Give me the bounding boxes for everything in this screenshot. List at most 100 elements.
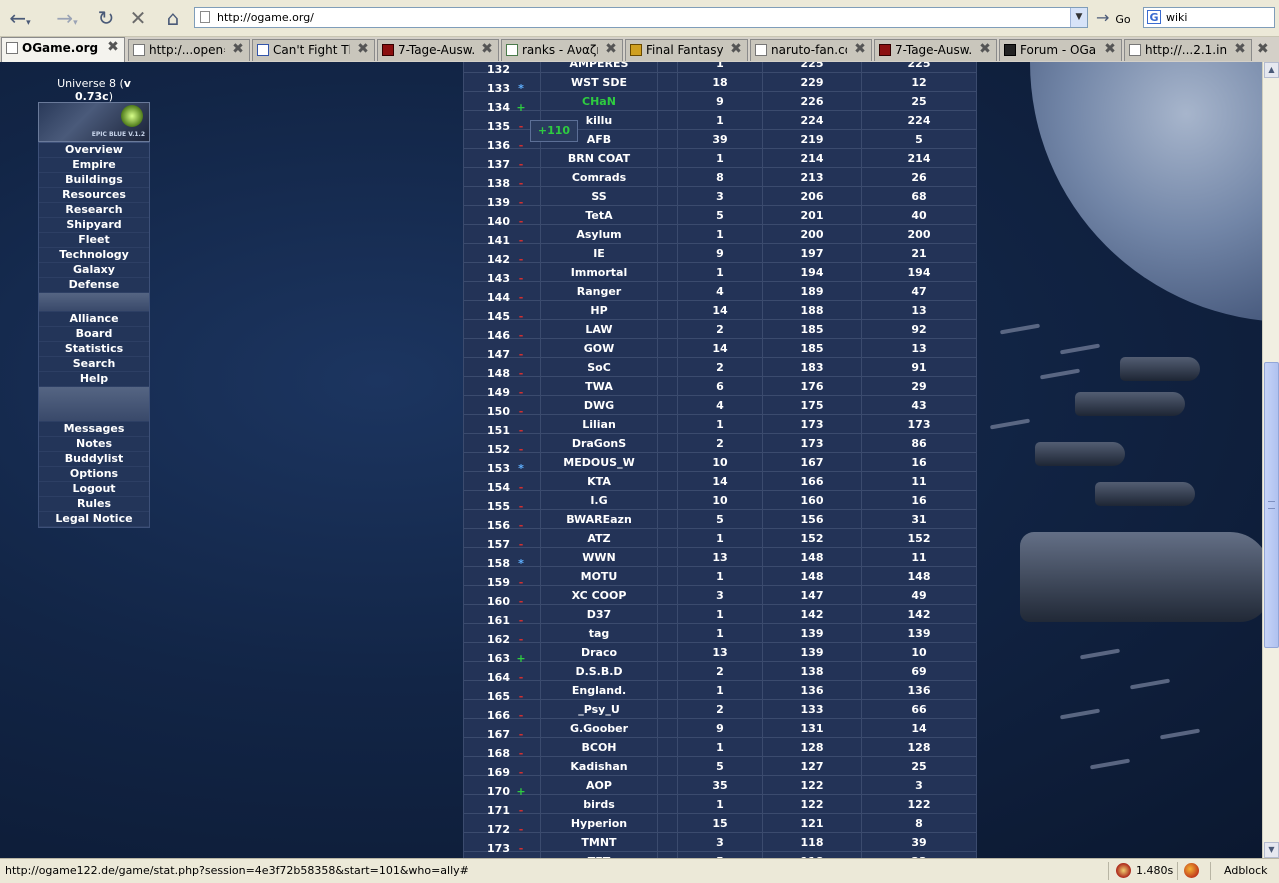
menu-item-alliance[interactable]: Alliance <box>39 312 149 327</box>
tab-3[interactable]: 7-Tage-Ausw... ✖ <box>377 39 499 61</box>
alliance-name[interactable]: WWN <box>541 548 657 566</box>
menu-item-board[interactable]: Board <box>39 327 149 342</box>
tab-4[interactable]: ranks - Αναζή... ✖ <box>501 39 623 61</box>
alliance-name[interactable]: TWA <box>541 377 657 395</box>
tab-close-icon[interactable]: ✖ <box>604 42 618 57</box>
menu-item-buddylist[interactable]: Buddylist <box>39 452 149 467</box>
menu-item-defense[interactable]: Defense <box>39 278 149 293</box>
reload-button[interactable]: ↻ <box>94 6 118 30</box>
menu-item-logout[interactable]: Logout <box>39 482 149 497</box>
alliance-name[interactable]: MEDOUS_W <box>541 453 657 471</box>
alliance-name[interactable]: LAW <box>541 320 657 338</box>
menu-item-research[interactable]: Research <box>39 203 149 218</box>
alliance-name[interactable]: TetA <box>541 206 657 224</box>
tab-close-icon[interactable]: ✖ <box>729 42 743 57</box>
tab-close-icon[interactable]: ✖ <box>853 42 867 57</box>
alliance-name[interactable]: Ranger <box>541 282 657 300</box>
alliance-name[interactable]: AOP <box>541 776 657 794</box>
tab-5[interactable]: Final Fantasy ... ✖ <box>625 39 748 61</box>
members-cell: 14 <box>678 301 762 319</box>
url-dropdown-icon[interactable]: ▼ <box>1070 8 1087 27</box>
alliance-name[interactable]: ATZ <box>541 529 657 547</box>
alliance-name[interactable]: SoC <box>541 358 657 376</box>
firefox-icon[interactable] <box>1184 863 1199 878</box>
tab-close-icon[interactable]: ✖ <box>106 40 120 55</box>
close-all-tabs-icon[interactable]: ✖ <box>1257 41 1269 57</box>
alliance-name[interactable]: England. <box>541 681 657 699</box>
go-button[interactable]: → Go <box>1096 8 1131 27</box>
alliance-name[interactable]: D37 <box>541 605 657 623</box>
alliance-name[interactable]: Hyperion <box>541 814 657 832</box>
menu-item-buildings[interactable]: Buildings <box>39 173 149 188</box>
tab-close-icon[interactable]: ✖ <box>231 42 245 57</box>
alliance-name[interactable]: IE <box>541 244 657 262</box>
alliance-name[interactable]: D.S.B.D <box>541 662 657 680</box>
menu-item-search[interactable]: Search <box>39 357 149 372</box>
vertical-scrollbar[interactable]: ▲ ▼ <box>1262 62 1279 858</box>
tab-close-icon[interactable]: ✖ <box>978 42 992 57</box>
alliance-name[interactable]: WST SDE <box>541 73 657 91</box>
tab-close-icon[interactable]: ✖ <box>1233 42 1247 57</box>
menu-item-legal-notice[interactable]: Legal Notice <box>39 512 149 527</box>
alliance-name[interactable]: G.Goober <box>541 719 657 737</box>
stop-button[interactable]: ✕ <box>126 6 150 30</box>
address-bar[interactable]: http://ogame.org/ ▼ <box>194 7 1088 28</box>
forward-button[interactable]: →▾ <box>46 6 88 30</box>
tab-1[interactable]: http:/...open=0 ✖ <box>128 39 250 61</box>
alliance-name[interactable]: CHaN <box>541 92 657 110</box>
scroll-down-icon[interactable]: ▼ <box>1264 842 1279 858</box>
alliance-name[interactable]: MOTU <box>541 567 657 585</box>
tab-7[interactable]: 7-Tage-Ausw... ✖ <box>874 39 997 61</box>
menu-item-empire[interactable]: Empire <box>39 158 149 173</box>
tab-6[interactable]: naruto-fan.com ✖ <box>750 39 872 61</box>
alliance-name[interactable]: TMNT <box>541 833 657 851</box>
alliance-name[interactable]: BCOH <box>541 738 657 756</box>
tab-2[interactable]: Can't Fight Th... ✖ <box>252 39 375 61</box>
alliance-name[interactable]: Immortal <box>541 263 657 281</box>
tab-close-icon[interactable]: ✖ <box>480 42 494 57</box>
alliance-name[interactable]: BRN COAT <box>541 149 657 167</box>
tab-close-icon[interactable]: ✖ <box>356 42 370 57</box>
menu-item-fleet[interactable]: Fleet <box>39 233 149 248</box>
alliance-name[interactable]: Asylum <box>541 225 657 243</box>
scroll-up-icon[interactable]: ▲ <box>1264 62 1279 78</box>
alliance-name[interactable]: Kadishan <box>541 757 657 775</box>
tab-8[interactable]: Forum - OGa... ✖ <box>999 39 1122 61</box>
alliance-name[interactable]: KTA <box>541 472 657 490</box>
alliance-name[interactable]: I.G <box>541 491 657 509</box>
alliance-name[interactable]: birds <box>541 795 657 813</box>
alliance-name[interactable]: AMPERES <box>541 62 657 72</box>
menu-item-rules[interactable]: Rules <box>39 497 149 512</box>
menu-item-technology[interactable]: Technology <box>39 248 149 263</box>
alliance-name[interactable]: DWG <box>541 396 657 414</box>
menu-item-galaxy[interactable]: Galaxy <box>39 263 149 278</box>
alliance-name[interactable]: tag <box>541 624 657 642</box>
menu-item-statistics[interactable]: Statistics <box>39 342 149 357</box>
home-button[interactable]: ⌂ <box>160 6 186 30</box>
tamper-icon[interactable] <box>1116 863 1131 878</box>
search-input[interactable]: G wiki <box>1143 7 1275 28</box>
menu-item-resources[interactable]: Resources <box>39 188 149 203</box>
alliance-name[interactable]: SS <box>541 187 657 205</box>
alliance-name[interactable]: BWAREazn <box>541 510 657 528</box>
menu-item-notes[interactable]: Notes <box>39 437 149 452</box>
menu-item-help[interactable]: Help <box>39 372 149 387</box>
adblock-button[interactable]: Adblock <box>1224 864 1268 877</box>
back-button[interactable]: ←▾ <box>3 6 37 30</box>
alliance-name[interactable]: _Psy_U <box>541 700 657 718</box>
menu-item-shipyard[interactable]: Shipyard <box>39 218 149 233</box>
menu-item-options[interactable]: Options <box>39 467 149 482</box>
alliance-name[interactable]: Comrads <box>541 168 657 186</box>
alliance-name[interactable]: Lilian <box>541 415 657 433</box>
alliance-name[interactable]: HP <box>541 301 657 319</box>
scroll-thumb[interactable] <box>1264 362 1279 648</box>
tab-close-icon[interactable]: ✖ <box>1103 42 1117 57</box>
tab-9[interactable]: http://...2.1.ini ✖ <box>1124 39 1252 61</box>
tab-0[interactable]: OGame.org ✖ <box>1 37 125 62</box>
menu-item-messages[interactable]: Messages <box>39 422 149 437</box>
alliance-name[interactable]: Draco <box>541 643 657 661</box>
alliance-name[interactable]: DraGonS <box>541 434 657 452</box>
alliance-name[interactable]: XC COOP <box>541 586 657 604</box>
menu-item-overview[interactable]: Overview <box>39 143 149 158</box>
alliance-name[interactable]: GOW <box>541 339 657 357</box>
